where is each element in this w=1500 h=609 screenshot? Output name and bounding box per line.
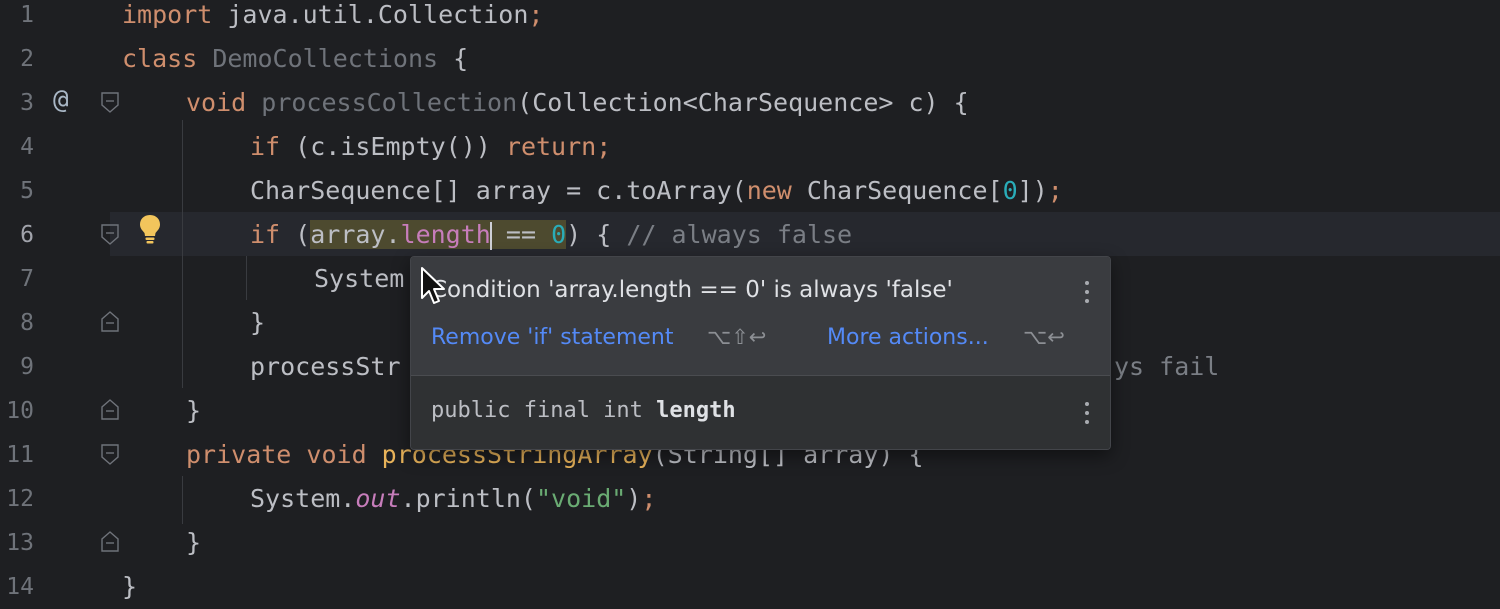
more-options-icon[interactable] xyxy=(1075,398,1099,430)
keyword: void xyxy=(291,440,367,469)
line-number: 9 xyxy=(20,354,34,380)
fold-icon[interactable] xyxy=(101,530,119,552)
more-actions-link[interactable]: More actions... xyxy=(827,325,989,350)
brace: } xyxy=(250,308,266,337)
shortcut-label: ⌥⇧↩ xyxy=(707,325,767,349)
mouse-pointer-icon xyxy=(421,267,445,304)
code-line-9[interactable]: processStr xyxy=(250,345,401,389)
keyword: if xyxy=(250,220,281,249)
keyword: import xyxy=(122,0,213,29)
system-ref: System xyxy=(314,264,405,293)
semicolon: ; xyxy=(1047,176,1063,205)
popup-documentation-section: public final int length xyxy=(411,375,1110,449)
line-number: 14 xyxy=(6,574,34,600)
line-number: 4 xyxy=(20,134,34,160)
code-line-8[interactable]: } xyxy=(250,301,265,345)
fold-icon[interactable] xyxy=(101,310,119,332)
more-options-icon[interactable] xyxy=(1075,277,1099,309)
method-name: processCollection xyxy=(246,88,518,117)
paren: ( xyxy=(280,220,311,249)
code-line-7[interactable]: System xyxy=(314,257,404,301)
brace: } xyxy=(186,396,202,425)
method-call: processStr xyxy=(250,352,401,381)
close: ) xyxy=(626,484,642,513)
code-line-13[interactable]: } xyxy=(186,521,201,565)
inspection-message: Condition 'array.length == 0' is always … xyxy=(431,277,953,303)
code-line-2[interactable]: class DemoCollections { xyxy=(122,37,468,81)
comment: // always false xyxy=(626,220,853,249)
declaration-name: length xyxy=(656,398,736,423)
line-number-current: 6 xyxy=(20,222,34,248)
shortcut-label: ⌥↩ xyxy=(1023,325,1065,349)
fold-icon[interactable] xyxy=(101,398,119,420)
indent-guide xyxy=(182,476,183,524)
class-name: DemoCollections xyxy=(197,44,439,73)
import-path: java.util.Collection xyxy=(212,0,529,29)
keyword: return xyxy=(505,132,597,161)
implements-marker-icon[interactable]: @ xyxy=(53,85,69,115)
string-literal: "void" xyxy=(535,484,627,513)
line-number: 11 xyxy=(6,442,34,468)
code-line-5[interactable]: CharSequence[] array = c.toArray(new Cha… xyxy=(250,169,1063,213)
line-number: 10 xyxy=(6,398,34,424)
code-line-14[interactable]: } xyxy=(122,565,137,609)
number: 0 xyxy=(551,220,567,249)
line-number: 8 xyxy=(20,310,34,336)
variable: array. xyxy=(310,220,401,249)
declaration-prefix: public final int xyxy=(431,398,657,423)
code-line-4[interactable]: if (c.isEmpty()) return; xyxy=(250,125,611,169)
lightbulb-icon[interactable] xyxy=(138,213,162,245)
keyword: void xyxy=(186,88,247,117)
keyword: private xyxy=(186,440,292,469)
code-line-9-tail: ys fail xyxy=(1114,352,1220,381)
system-ref: System. xyxy=(250,484,356,513)
line-number: 2 xyxy=(20,46,34,72)
line-number: 13 xyxy=(6,530,34,556)
declaration-signature: public final int length xyxy=(431,398,736,423)
indent-guide xyxy=(246,256,247,300)
condition: (c.isEmpty()) xyxy=(280,132,506,161)
editor-gutter[interactable]: 1 2 3 4 5 6 7 8 9 10 11 12 13 14 @ xyxy=(0,0,119,600)
brace: } xyxy=(122,572,138,601)
keyword: if xyxy=(250,132,281,161)
keyword: class xyxy=(122,44,198,73)
code-line-1[interactable]: import java.util.Collection; xyxy=(122,0,543,37)
line-number: 3 xyxy=(20,90,34,116)
code-line-3[interactable]: void processCollection(Collection<CharSe… xyxy=(186,81,969,125)
field: length xyxy=(400,220,491,249)
brace: { xyxy=(438,44,469,73)
line-number: 5 xyxy=(20,178,34,204)
fold-icon[interactable] xyxy=(101,224,119,246)
close: ) { xyxy=(566,220,627,249)
operator: == xyxy=(490,220,552,249)
code-line-6[interactable]: if (array.length == 0) { // always false xyxy=(250,213,852,257)
number: 0 xyxy=(1002,176,1018,205)
semicolon: ; xyxy=(641,484,657,513)
warning-highlight[interactable]: array.length == 0 xyxy=(310,220,567,250)
inspection-popup[interactable]: Condition 'array.length == 0' is always … xyxy=(410,256,1111,450)
declaration: CharSequence[] array = c.toArray( xyxy=(250,176,747,205)
line-number: 7 xyxy=(20,266,34,292)
popup-inspection-section: Condition 'array.length == 0' is always … xyxy=(411,257,1110,375)
indent-guide xyxy=(182,120,183,388)
brace: } xyxy=(186,528,202,557)
keyword: new xyxy=(746,176,792,205)
semicolon: ; xyxy=(528,0,544,29)
fold-icon[interactable] xyxy=(101,92,119,114)
semicolon: ; xyxy=(596,132,612,161)
line-number: 1 xyxy=(20,2,34,28)
method-call: .println( xyxy=(400,484,536,513)
code-line-12[interactable]: System.out.println("void"); xyxy=(250,477,656,521)
fold-icon[interactable] xyxy=(101,444,119,466)
code-line-10[interactable]: } xyxy=(186,389,201,433)
line-number: 12 xyxy=(6,486,34,512)
remove-if-statement-link[interactable]: Remove 'if' statement xyxy=(431,325,673,350)
type: CharSequence[ xyxy=(791,176,1003,205)
static-field: out xyxy=(355,484,401,513)
close: ]) xyxy=(1017,176,1048,205)
params: (Collection<CharSequence> c) { xyxy=(517,88,969,117)
